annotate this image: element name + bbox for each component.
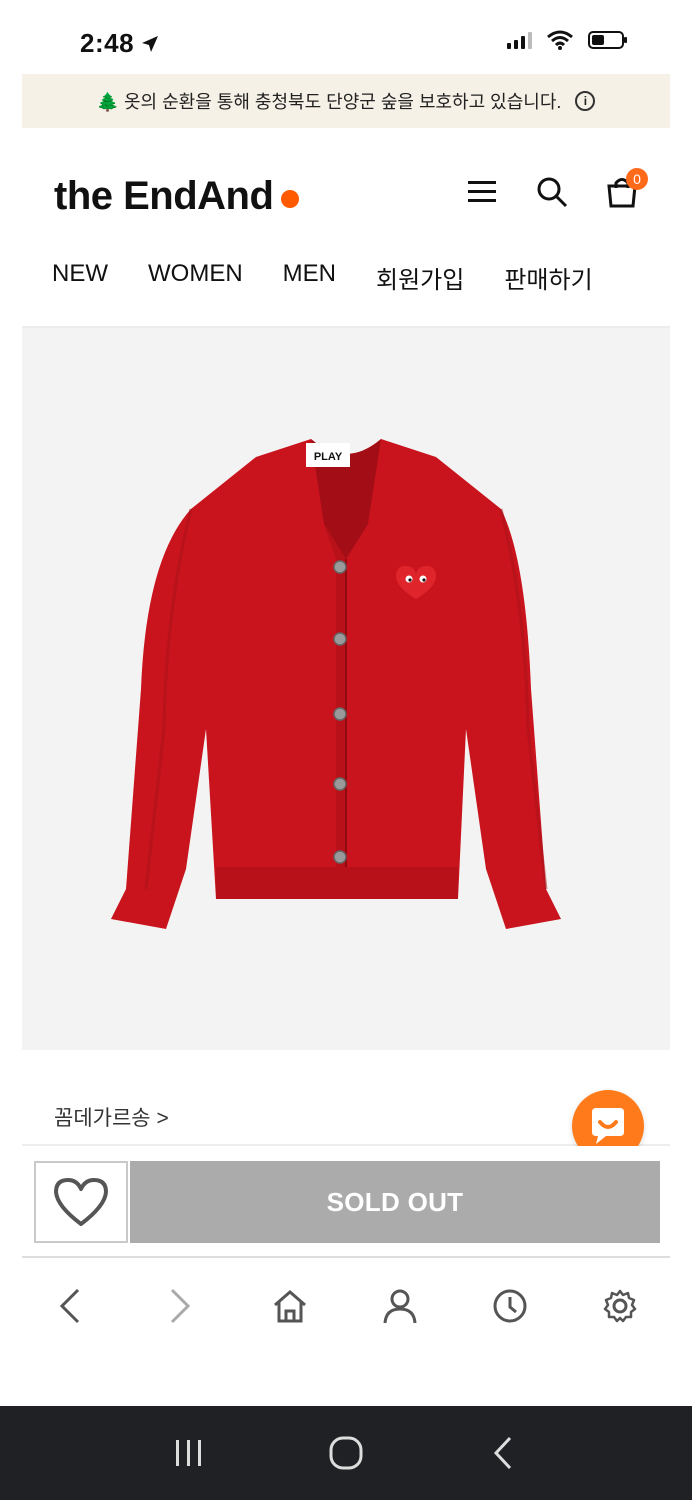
account-icon[interactable] [380,1286,420,1326]
menu-icon[interactable] [466,176,498,208]
settings-gear-icon[interactable] [600,1286,640,1326]
recent-apps-icon[interactable] [169,1433,209,1473]
brand-name: 꼼데가르송 [54,1107,151,1130]
chat-smile-icon [592,1108,624,1144]
nav-item-sell[interactable]: 판매하기 [504,260,592,295]
heart-icon [54,1178,108,1226]
wifi-icon [547,30,573,50]
status-indicators [507,30,627,50]
home-button-icon[interactable] [326,1433,366,1473]
site-logo[interactable]: the EndAnd [54,174,300,219]
status-bar: 2:48 [22,0,670,74]
browser-icons [50,1286,640,1326]
history-clock-icon[interactable] [490,1286,530,1326]
back-arrow-icon[interactable] [50,1286,90,1326]
purchase-bar: SOLD OUT [22,1146,670,1258]
logo-dot-icon [281,189,300,208]
browser-toolbar [22,1258,670,1406]
location-arrow-icon [142,35,159,52]
wishlist-button[interactable] [34,1161,128,1243]
brand-row: 꼼데가르송 > [22,1050,670,1162]
nav-item-signup[interactable]: 회원가입 [376,260,464,295]
nav-item-men[interactable]: MEN [283,260,336,295]
garment-label-text: PLAY [314,451,343,463]
notice-text: 🌲 옷의 순환을 통해 충청북도 단양군 숲을 보호하고 있습니다. [96,92,562,112]
signal-icon [507,31,532,49]
nav-item-women[interactable]: WOMEN [148,260,243,295]
cart-count-badge: 0 [626,168,648,190]
search-icon[interactable] [536,176,568,208]
sold-out-button[interactable]: SOLD OUT [130,1161,660,1243]
system-nav-bar [0,1406,692,1500]
notice-banner[interactable]: 🌲 옷의 순환을 통해 충청북도 단양군 숲을 보호하고 있습니다. i [22,74,670,128]
product-image[interactable]: PLAY [22,328,670,1050]
logo-text: the EndAnd [54,174,274,218]
home-icon[interactable] [270,1286,310,1326]
app-frame: 2:48 🌲 옷의 순환을 통해 충청북도 단양군 숲을 보호하고 있습니다. … [0,0,692,1500]
main-nav: NEW WOMEN MEN 회원가입 판매하기 [52,260,593,295]
site-header: the EndAnd 0 NEW WOMEN MEN 회원가입 판매하기 [22,128,670,328]
chevron-right-icon: > [156,1107,169,1130]
nav-item-new[interactable]: NEW [52,260,108,295]
header-icons: 0 [466,168,648,208]
status-time: 2:48 [80,28,160,59]
cart-icon[interactable]: 0 [606,168,648,208]
system-back-icon[interactable] [483,1433,523,1473]
battery-icon [588,31,627,49]
cardigan-illustration: PLAY [111,439,561,929]
info-icon[interactable]: i [575,91,596,111]
time-label: 2:48 [80,28,135,58]
forward-arrow-icon[interactable] [160,1286,200,1326]
brand-link[interactable]: 꼼데가르송 > [54,1102,169,1132]
